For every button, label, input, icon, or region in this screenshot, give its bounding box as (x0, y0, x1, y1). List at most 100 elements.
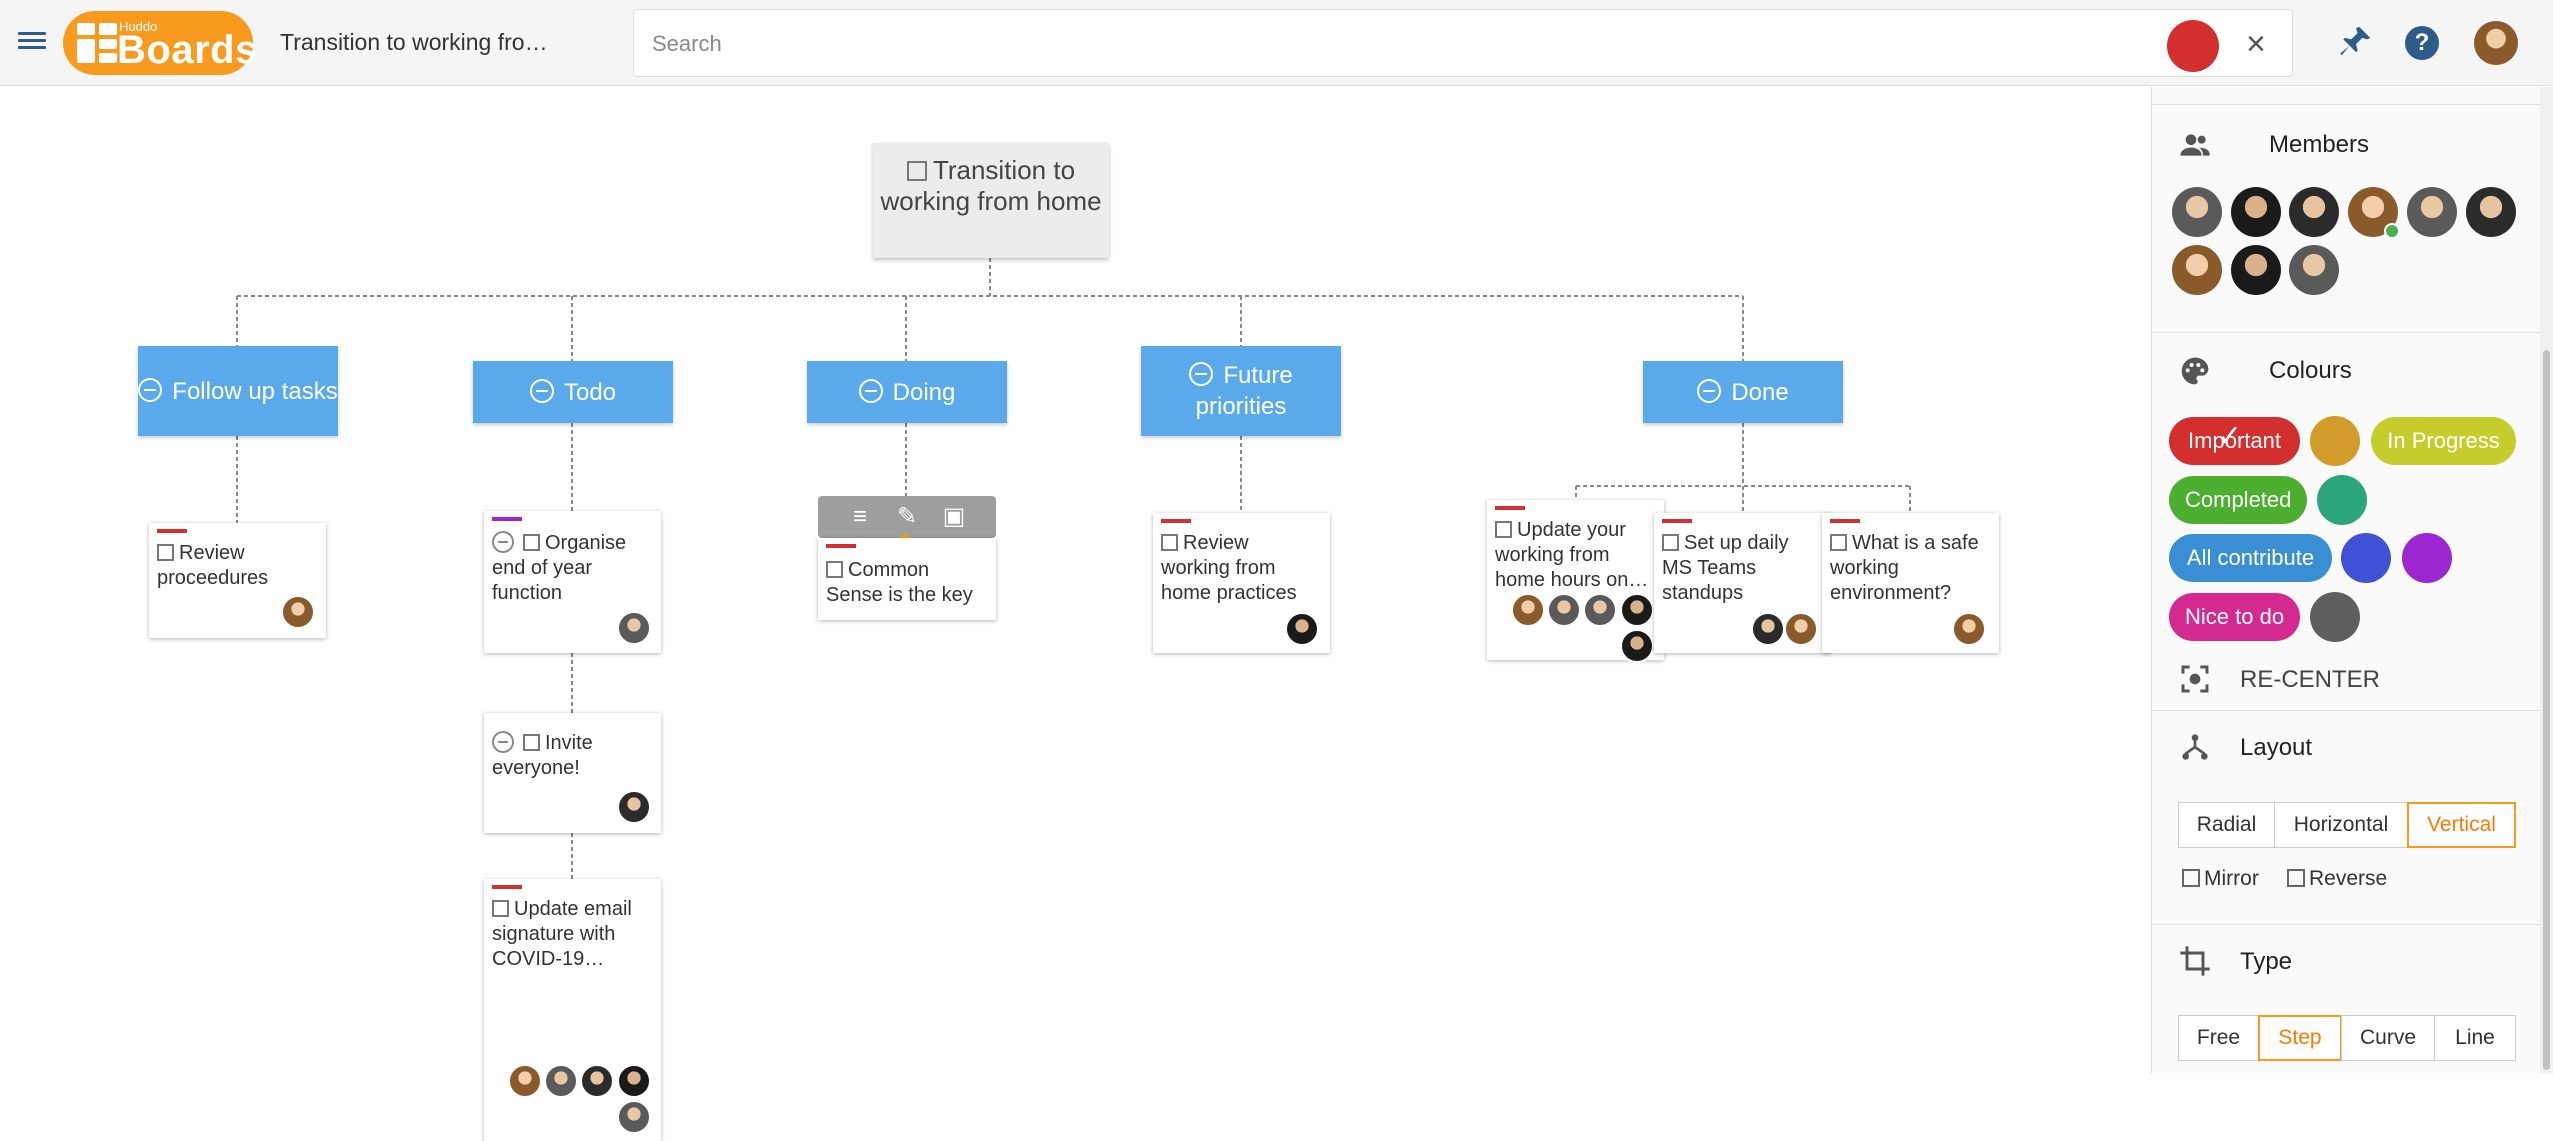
member-avatar[interactable] (2289, 187, 2339, 237)
collapse-icon[interactable] (492, 731, 514, 753)
assignee-avatar[interactable] (1751, 612, 1785, 646)
assignee-avatar[interactable] (508, 1064, 542, 1098)
column-doing[interactable]: Doing (807, 361, 1007, 423)
column-future-priorities[interactable]: Future priorities (1141, 346, 1341, 436)
colour-purple[interactable] (2402, 533, 2452, 583)
type-free[interactable]: Free (2178, 1015, 2259, 1061)
card-update-hours[interactable]: Update your working from home hours on… (1487, 500, 1664, 663)
colour-all-contribute[interactable]: All contribute (2169, 534, 2332, 582)
root-checkbox[interactable] (906, 161, 927, 181)
card-review-practices[interactable]: Review working from home practices (1153, 513, 1330, 653)
user-avatar[interactable] (2474, 21, 2518, 65)
collapse-icon[interactable] (138, 377, 163, 402)
assignee-avatar[interactable] (1285, 612, 1319, 646)
palette-icon (2181, 357, 2209, 385)
assignee-avatar[interactable] (580, 1064, 614, 1098)
assignee-avatar[interactable] (1784, 612, 1818, 646)
assignee-avatar[interactable] (617, 1064, 651, 1098)
member-avatar[interactable] (2231, 245, 2281, 295)
huddo-boards-logo[interactable]: Huddo Boards (63, 11, 257, 75)
colour-grey[interactable] (2310, 592, 2360, 642)
colour-nice-to-do[interactable]: Nice to do (2169, 593, 2300, 641)
card-checkbox[interactable] (1830, 534, 1847, 551)
crop-icon (2180, 946, 2210, 976)
type-curve[interactable]: Curve (2341, 1015, 2435, 1061)
help-icon[interactable]: ? (2405, 26, 2439, 60)
member-avatar[interactable] (2172, 245, 2222, 295)
card-toolbar: ≡ ✎ ▣ (818, 496, 996, 538)
members-section: Members (2152, 105, 2542, 333)
member-avatar[interactable] (2231, 187, 2281, 237)
card-checkbox[interactable] (157, 544, 174, 561)
column-follow-up-tasks[interactable]: Follow up tasks (138, 346, 338, 436)
card-common-sense[interactable]: Common Sense is the key (818, 538, 996, 620)
checkbox-box[interactable] (2287, 869, 2305, 887)
colour-teal[interactable] (2317, 475, 2367, 525)
collapse-icon[interactable] (858, 378, 883, 403)
assignee-avatar[interactable] (1620, 593, 1654, 627)
layout-radial[interactable]: Radial (2178, 802, 2275, 848)
archive-icon[interactable]: ▣ (940, 504, 968, 530)
assignee-avatar[interactable] (1547, 593, 1581, 627)
card-update-email-signature[interactable]: Update email signature with COVID-19… (484, 879, 661, 1141)
colour-completed[interactable]: Completed (2169, 476, 2307, 524)
type-step[interactable]: Step (2258, 1015, 2342, 1061)
edit-icon[interactable]: ✎ (893, 504, 921, 530)
reverse-checkbox[interactable]: Reverse (2287, 867, 2387, 891)
card-checkbox[interactable] (492, 900, 509, 917)
colour-mustard[interactable] (2310, 416, 2360, 466)
pin-icon[interactable] (2337, 22, 2375, 60)
layout-horizontal[interactable]: Horizontal (2274, 802, 2408, 848)
online-status-icon (2384, 223, 2400, 239)
assignee-avatar[interactable] (1583, 593, 1617, 627)
record-button[interactable] (2167, 20, 2219, 72)
mindmap-canvas[interactable]: Transition to working from home Follow u… (0, 87, 2150, 1141)
colour-blue[interactable] (2341, 533, 2391, 583)
card-checkbox[interactable] (1495, 521, 1512, 538)
layout-vertical[interactable]: Vertical (2407, 802, 2516, 848)
card-checkbox[interactable] (523, 734, 540, 751)
card-review-proceedures[interactable]: Review proceedures (149, 523, 326, 638)
collapse-icon[interactable] (1189, 362, 1214, 386)
root-node[interactable]: Transition to working from home (873, 143, 1109, 258)
column-todo[interactable]: Todo (473, 361, 673, 423)
colour-in-progress[interactable]: In Progress (2371, 417, 2516, 465)
checkbox-box[interactable] (2182, 869, 2200, 887)
card-checkbox[interactable] (1662, 534, 1679, 551)
member-avatar[interactable] (2407, 187, 2457, 237)
panel-scrollbar-thumb[interactable] (2543, 350, 2550, 1070)
search-input[interactable] (652, 29, 2132, 59)
card-organise-function[interactable]: Organise end of year function (484, 511, 661, 653)
card-checkbox[interactable] (826, 561, 843, 578)
assignee-avatar[interactable] (281, 595, 315, 629)
hamburger-menu-icon[interactable] (18, 28, 46, 56)
assignee-avatar[interactable] (617, 1100, 651, 1134)
card-checkbox[interactable] (523, 534, 540, 551)
add-item-icon[interactable]: ≡ (846, 504, 874, 530)
member-avatar[interactable] (2466, 187, 2516, 237)
colour-label: Nice to do (2185, 604, 2285, 629)
card-safe-environment[interactable]: What is a safe working environment? (1822, 513, 1999, 653)
reverse-label: Reverse (2309, 867, 2388, 890)
collapse-icon[interactable] (1697, 378, 1722, 403)
card-checkbox[interactable] (1161, 534, 1178, 551)
collapse-icon[interactable] (492, 531, 514, 553)
close-icon[interactable]: × (2246, 25, 2266, 63)
card-daily-standups[interactable]: Set up daily MS Teams standups (1654, 513, 1831, 653)
assignee-avatar[interactable] (1511, 593, 1545, 627)
card-invite-everyone[interactable]: Invite everyone! (484, 713, 661, 833)
member-avatar[interactable] (2172, 187, 2222, 237)
assignee-avatar[interactable] (617, 790, 651, 824)
mirror-checkbox[interactable]: Mirror (2182, 867, 2259, 891)
assignee-avatar[interactable] (1952, 612, 1986, 646)
assignee-avatar[interactable] (544, 1064, 578, 1098)
type-line[interactable]: Line (2434, 1015, 2516, 1061)
assignee-avatar[interactable] (1620, 629, 1654, 663)
board-title[interactable]: Transition to working fro… (280, 29, 548, 56)
column-done[interactable]: Done (1643, 361, 1843, 423)
member-avatar[interactable] (2289, 245, 2339, 295)
recenter-section[interactable]: RE-CENTER (2152, 649, 2542, 711)
members-title: Members (2269, 131, 2370, 158)
collapse-icon[interactable] (529, 378, 554, 403)
assignee-avatar[interactable] (617, 611, 651, 645)
